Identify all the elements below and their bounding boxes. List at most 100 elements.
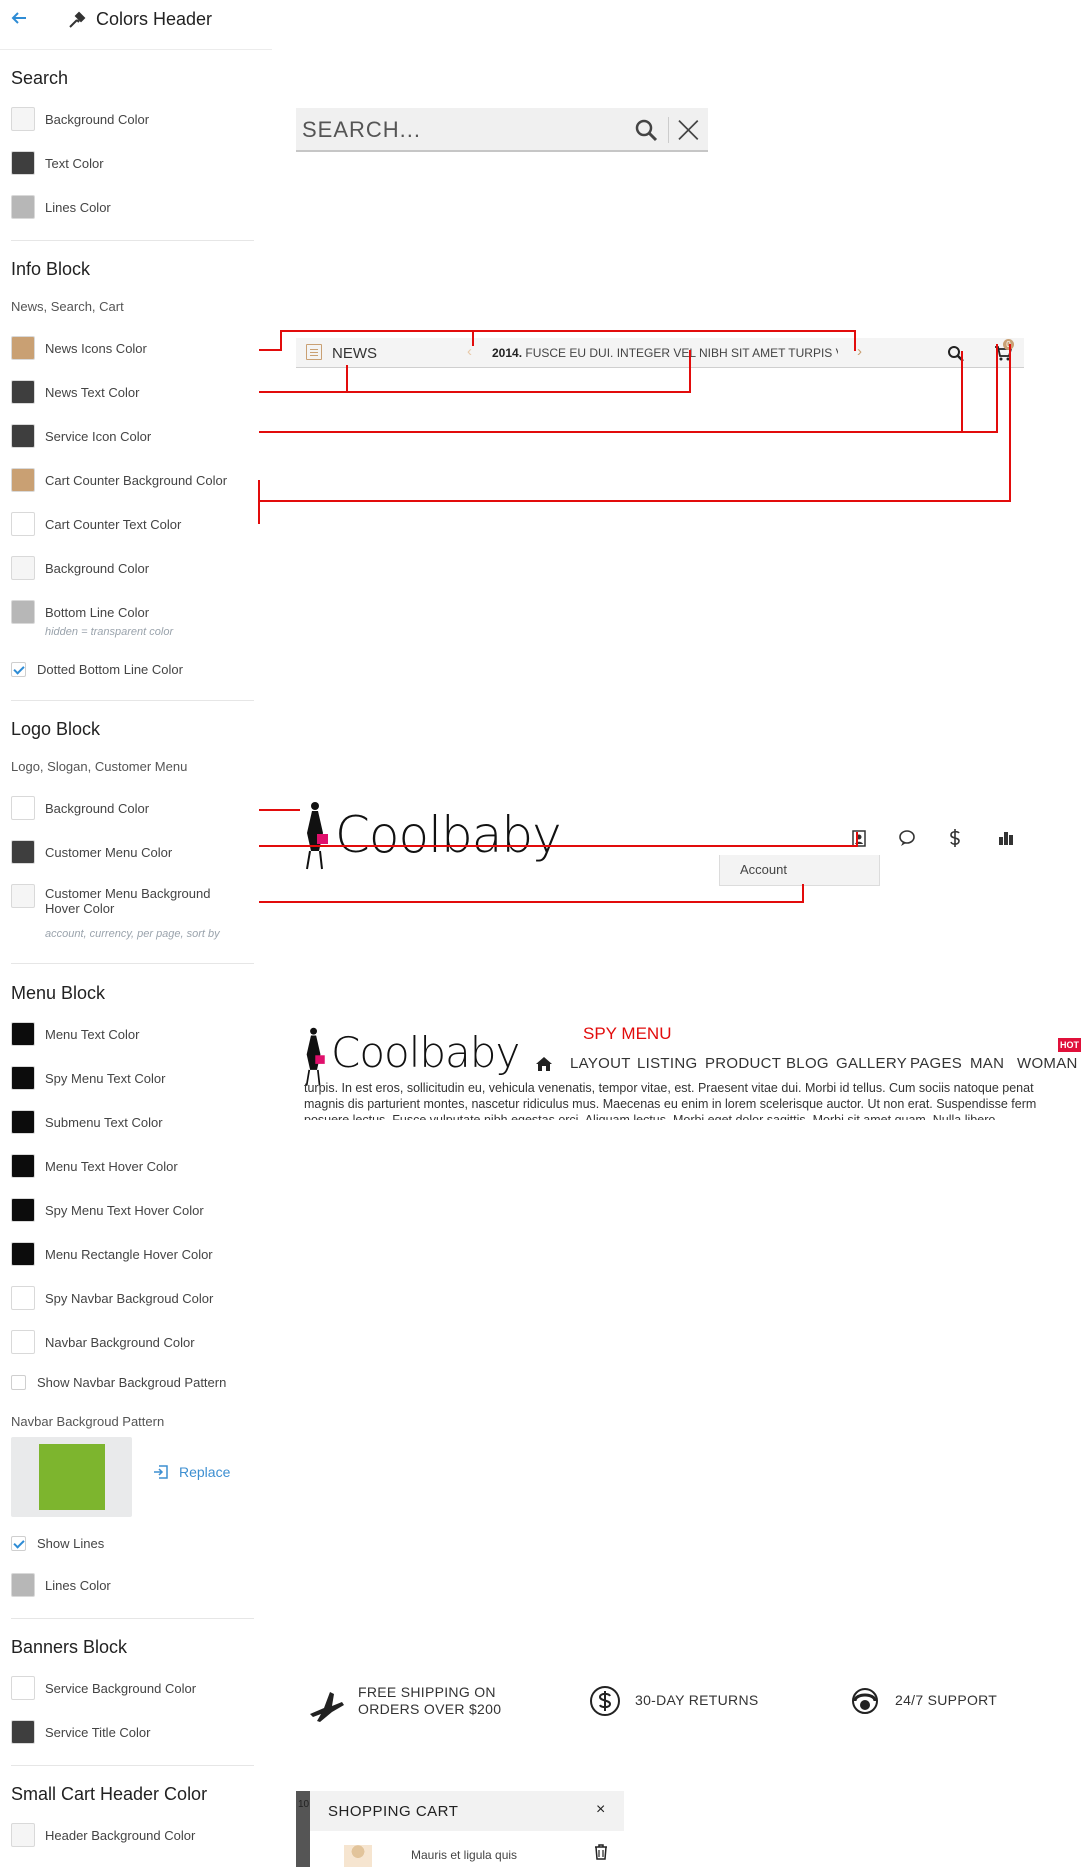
service-banner-support[interactable]: 24/7 SUPPORT [849, 1684, 1019, 1724]
spy-menu-text-hover-color-picker[interactable]: Spy Menu Text Hover Color [11, 1198, 261, 1222]
pattern-swatch [39, 1444, 105, 1510]
cart-counter-text-color-picker[interactable]: Cart Counter Text Color [11, 512, 261, 536]
color-swatch [11, 107, 35, 131]
color-swatch [11, 512, 35, 536]
color-label: News Text Color [45, 385, 140, 400]
nav-item-product[interactable]: PRODUCT [705, 1055, 781, 1072]
back-button[interactable] [10, 9, 32, 31]
cart-panel-edge: 10 [296, 1791, 310, 1867]
color-label: Cart Counter Background Color [45, 473, 228, 488]
nav-item-layout[interactable]: LAYOUT [570, 1055, 631, 1072]
customer-menu-color-picker[interactable]: Customer Menu Color [11, 840, 261, 864]
nav-item-blog[interactable]: BLOG [786, 1055, 829, 1072]
spy-navbar-background-color-picker[interactable]: Spy Navbar Backgroud Color [11, 1286, 261, 1310]
color-swatch [11, 884, 35, 908]
service-banner-shipping[interactable]: FREE SHIPPING ON ORDERS OVER $200 [308, 1684, 538, 1724]
checkbox-label: Show Navbar Backgroud Pattern [37, 1375, 227, 1390]
color-label: Submenu Text Color [45, 1115, 163, 1130]
navbar-background-color-picker[interactable]: Navbar Background Color [11, 1330, 261, 1354]
chevron-left-icon[interactable]: ‹ [467, 343, 472, 360]
bottom-line-color-picker[interactable]: Bottom Line Color [11, 600, 261, 624]
service-icon-color-picker[interactable]: Service Icon Color [11, 424, 261, 448]
nav-item-man[interactable]: MAN [970, 1055, 1004, 1072]
color-swatch [11, 1330, 35, 1354]
close-icon[interactable] [668, 117, 702, 143]
account-icon[interactable] [849, 828, 869, 848]
menu-text-color-picker[interactable]: Menu Text Color [11, 1022, 261, 1046]
menu-lines-color-picker[interactable]: Lines Color [11, 1573, 261, 1597]
nav-item-pages[interactable]: PAGES [910, 1055, 962, 1072]
search-icon[interactable] [947, 345, 965, 363]
color-label: Service Background Color [45, 1681, 197, 1696]
service-banner-returns[interactable]: 30-DAY RETURNS [589, 1684, 769, 1724]
color-label: Service Title Color [45, 1725, 151, 1740]
color-label: Background Color [45, 561, 150, 576]
nav-item-listing[interactable]: LISTING [637, 1055, 697, 1072]
small-cart-header-background-color-picker[interactable]: Header Background Color [11, 1823, 261, 1847]
search-lines-color-picker[interactable]: Lines Color [11, 195, 261, 219]
submenu-text-color-picker[interactable]: Submenu Text Color [11, 1110, 261, 1134]
main-navigation: LAYOUT LISTING PRODUCT BLOG GALLERY PAGE… [535, 1053, 1081, 1077]
menu-logo[interactable]: Coolbaby [303, 1024, 520, 1086]
color-label: Menu Text Color [45, 1027, 140, 1042]
panel-title: Colors Header [96, 9, 213, 29]
color-swatch [11, 796, 35, 820]
news-ticker[interactable]: 2014. FUSCE EU DUI. INTEGER VEL NIBH SIT… [492, 346, 838, 360]
spy-menu-text-color-picker[interactable]: Spy Menu Text Color [11, 1066, 261, 1090]
trash-icon[interactable] [594, 1844, 608, 1860]
bottom-line-hint: hidden = transparent color [45, 626, 174, 638]
color-label: News Icons Color [45, 341, 147, 356]
search-preview: SEARCH... [296, 108, 708, 152]
cart-counter-background-color-picker[interactable]: Cart Counter Background Color [11, 468, 261, 492]
nav-item-woman[interactable]: WOMAN [1017, 1055, 1078, 1072]
pattern-title: Navbar Backgroud Pattern [11, 1414, 165, 1429]
checkbox-label: Show Lines [37, 1536, 105, 1551]
nav-item-gallery[interactable]: GALLERY [836, 1055, 907, 1072]
logo[interactable]: Coolbaby [303, 800, 562, 872]
info-background-color-picker[interactable]: Background Color [11, 556, 261, 580]
logo-figure [305, 1027, 325, 1086]
body-text-line: turpis. In est eros, sollicitudin eu, ve… [304, 1081, 1034, 1095]
home-icon[interactable] [535, 1056, 553, 1072]
color-label: Menu Rectangle Hover Color [45, 1247, 213, 1262]
color-label: Customer Menu Background Hover Color [45, 886, 210, 916]
dollar-icon[interactable] [945, 828, 965, 848]
panel-header: Colors Header [0, 0, 272, 50]
news-text-color-picker[interactable]: News Text Color [11, 380, 261, 404]
section-title-info: Info Block [11, 259, 91, 279]
colors-settings-panel: Colors Header Search Background Color Te… [0, 0, 272, 1867]
chevron-right-icon[interactable]: › [857, 343, 862, 360]
color-label: Spy Menu Text Color [45, 1071, 166, 1086]
logo-background-color-picker[interactable]: Background Color [11, 796, 261, 820]
service-text-line2: ORDERS OVER $200 [358, 1701, 502, 1717]
service-text: 30-DAY RETURNS [635, 1692, 759, 1708]
color-label: Background Color [45, 801, 150, 816]
service-text: 24/7 SUPPORT [895, 1692, 998, 1708]
cart-counter-badge: 0 [1003, 339, 1014, 350]
search-text-color-picker[interactable]: Text Color [11, 151, 261, 175]
bar-chart-icon[interactable] [996, 828, 1016, 848]
customer-menu [840, 824, 1040, 854]
cart-panel-header: SHOPPING CART × [310, 1791, 624, 1831]
color-label: Lines Color [45, 200, 111, 215]
search-background-color-picker[interactable]: Background Color [11, 107, 261, 131]
service-title-color-picker[interactable]: Service Title Color [11, 1720, 261, 1744]
page-body-text: turpis. In est eros, sollicitudin eu, ve… [304, 1080, 1081, 1120]
cart-item-thumbnail[interactable] [344, 1845, 372, 1867]
customer-menu-hover-color-picker[interactable]: Customer Menu Background Hover Color [11, 884, 261, 920]
pattern-preview[interactable] [11, 1437, 132, 1517]
close-icon[interactable]: × [596, 1801, 605, 1819]
color-label: Header Background Color [45, 1828, 196, 1843]
account-menu-item[interactable]: Account [740, 862, 787, 877]
chat-bubble-icon[interactable] [897, 828, 917, 848]
divider [11, 963, 254, 964]
cart-item-name[interactable]: Mauris et ligula quis [411, 1848, 517, 1862]
menu-text-hover-color-picker[interactable]: Menu Text Hover Color [11, 1154, 261, 1178]
menu-rectangle-hover-color-picker[interactable]: Menu Rectangle Hover Color [11, 1242, 261, 1266]
search-icon[interactable] [634, 118, 660, 144]
color-swatch [11, 195, 35, 219]
news-icons-color-picker[interactable]: News Icons Color [11, 336, 261, 360]
color-label: Background Color [45, 112, 150, 127]
service-background-color-picker[interactable]: Service Background Color [11, 1676, 261, 1700]
service-text: FREE SHIPPING ON ORDERS OVER $200 [358, 1684, 501, 1718]
